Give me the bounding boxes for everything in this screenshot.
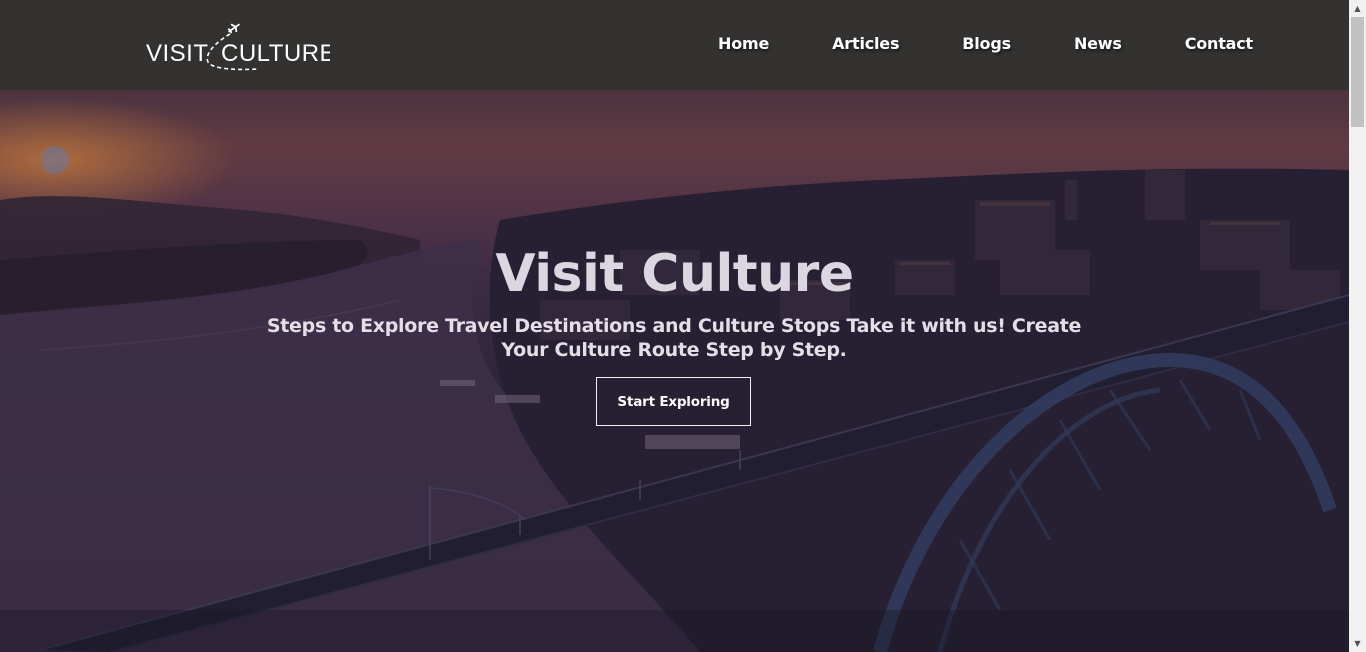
airplane-icon bbox=[227, 23, 240, 34]
page-scrollbar[interactable]: ▲ ▼ bbox=[1349, 0, 1366, 652]
hero-dark-overlay bbox=[0, 90, 1349, 652]
logo-text-culture: CULTURE bbox=[221, 40, 330, 67]
top-navigation-bar: VISIT CULTURE Home Articles Blogs News C… bbox=[0, 0, 1349, 90]
start-exploring-button[interactable]: Start Exploring bbox=[596, 377, 751, 426]
scroll-up-arrow-icon[interactable]: ▲ bbox=[1349, 0, 1366, 17]
nav-contact[interactable]: Contact bbox=[1185, 33, 1254, 55]
nav-news[interactable]: News bbox=[1074, 33, 1122, 55]
hero-subtitle: Steps to Explore Travel Destinations and… bbox=[266, 315, 1082, 361]
nav-articles[interactable]: Articles bbox=[832, 33, 899, 55]
logo-mark: VISIT CULTURE bbox=[146, 23, 330, 71]
scroll-down-arrow-icon[interactable]: ▼ bbox=[1349, 635, 1366, 652]
main-nav: Home Articles Blogs News Contact bbox=[718, 33, 1253, 55]
logo-text-visit: VISIT bbox=[146, 40, 209, 67]
scroll-thumb[interactable] bbox=[1351, 17, 1364, 127]
nav-home[interactable]: Home bbox=[718, 33, 769, 55]
hero-title: Visit Culture bbox=[495, 244, 854, 304]
hero-section: Visit Culture Steps to Explore Travel De… bbox=[0, 90, 1349, 652]
nav-blogs[interactable]: Blogs bbox=[962, 33, 1011, 55]
visit-culture-logo[interactable]: VISIT CULTURE bbox=[146, 20, 330, 72]
page: VISIT CULTURE Home Articles Blogs News C… bbox=[0, 0, 1366, 652]
